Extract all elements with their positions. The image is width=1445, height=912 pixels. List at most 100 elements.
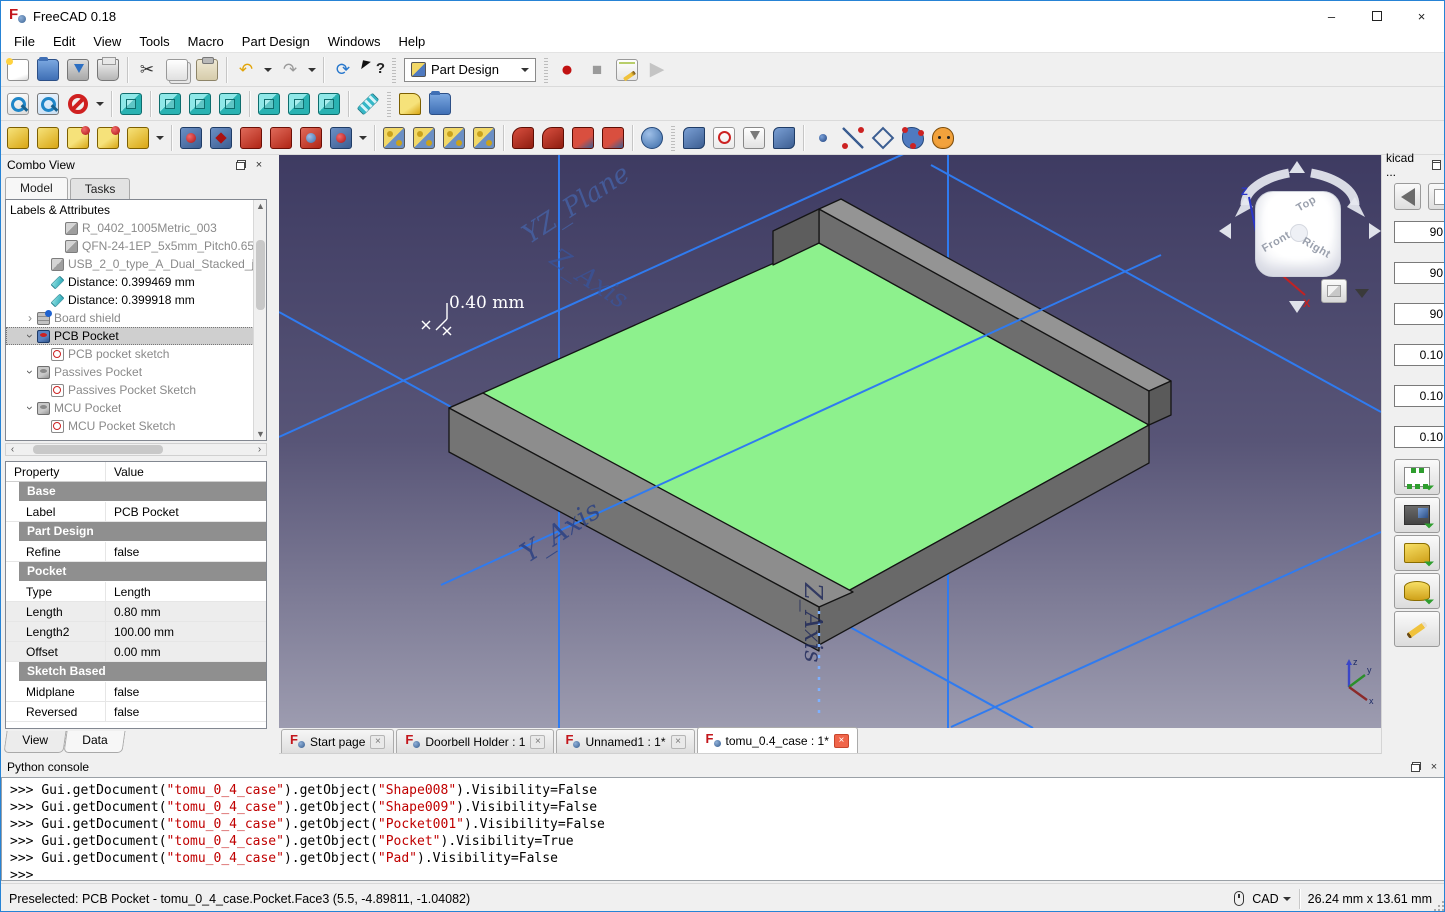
thickness-icon[interactable] <box>599 124 627 152</box>
pocket-icon[interactable] <box>177 124 205 152</box>
pad-icon[interactable] <box>4 124 32 152</box>
tab-data[interactable]: Data <box>63 731 125 753</box>
tree-item[interactable]: Passives Pocket Sketch <box>6 381 266 399</box>
paste-icon[interactable] <box>193 56 221 84</box>
scroll-right-icon[interactable]: › <box>253 444 266 455</box>
view-top-icon[interactable] <box>186 90 214 118</box>
tab-tasks[interactable]: Tasks <box>70 178 131 199</box>
fillet-icon[interactable] <box>509 124 537 152</box>
linear-pattern-icon[interactable] <box>410 124 438 152</box>
menu-tools[interactable]: Tools <box>130 32 178 51</box>
view-axonometric-icon[interactable] <box>117 90 145 118</box>
undo-icon[interactable]: ↶ <box>232 56 260 84</box>
collapse-icon[interactable]: › <box>23 366 37 378</box>
open-file-icon[interactable] <box>34 56 62 84</box>
property-row[interactable]: LabelPCB Pocket <box>6 502 266 522</box>
scroll-thumb-h[interactable] <box>33 445 163 454</box>
kicad-edit-preferences-button[interactable] <box>1394 611 1440 647</box>
scroll-left-icon[interactable]: ‹ <box>6 444 19 455</box>
macro-play-icon[interactable]: ▶ <box>643 56 671 84</box>
sketch-line-icon[interactable] <box>839 124 867 152</box>
copy-icon[interactable] <box>163 56 191 84</box>
console-close-icon[interactable]: × <box>1428 761 1440 773</box>
view-right-icon[interactable] <box>216 90 244 118</box>
kicad-spin-rotation-z[interactable]: 90 <box>1394 303 1445 325</box>
mirrored-icon[interactable] <box>380 124 408 152</box>
additive-helix-icon[interactable] <box>124 124 152 152</box>
close-tab-icon[interactable]: × <box>370 735 385 749</box>
create-body-icon[interactable] <box>396 90 424 118</box>
fit-selection-icon[interactable] <box>34 90 62 118</box>
draw-style-menu-icon[interactable] <box>94 90 106 118</box>
expand-icon[interactable]: › <box>24 311 36 325</box>
redo-menu-icon[interactable] <box>306 56 318 84</box>
multi-transform-icon[interactable] <box>470 124 498 152</box>
revolution-icon[interactable] <box>34 124 62 152</box>
maximize-button[interactable] <box>1354 1 1399 31</box>
groove-icon[interactable] <box>237 124 265 152</box>
print-icon[interactable] <box>94 56 122 84</box>
navcube-face-top[interactable]: Top <box>1294 194 1318 215</box>
close-tab-icon[interactable]: × <box>834 734 849 748</box>
kicad-export-library-button[interactable] <box>1394 573 1440 609</box>
navcube-face-right[interactable]: Right <box>1300 235 1333 261</box>
rotate-down-icon[interactable] <box>1289 301 1305 313</box>
collapse-icon[interactable]: › <box>23 402 37 414</box>
console-float-icon[interactable] <box>1410 761 1422 773</box>
cut-icon[interactable]: ✂ <box>133 56 161 84</box>
measure-distance-icon[interactable] <box>354 90 382 118</box>
kicad-spin-step-z[interactable]: 0.10 <box>1394 426 1445 448</box>
sketch-point-icon[interactable] <box>809 124 837 152</box>
import-sketch-icon[interactable] <box>740 124 768 152</box>
sketch-polygon-icon[interactable] <box>869 124 897 152</box>
document-tab[interactable]: Start page× <box>281 729 394 753</box>
tree-item[interactable]: R_0402_1005Metric_003 <box>6 219 266 237</box>
kicad-float-icon[interactable] <box>1431 159 1442 171</box>
navcube-face-front[interactable]: Front <box>1260 229 1293 255</box>
tree-item[interactable]: ›Board shield <box>6 309 266 327</box>
fit-all-icon[interactable] <box>4 90 32 118</box>
tab-view[interactable]: View <box>3 731 66 753</box>
save-icon[interactable] <box>64 56 92 84</box>
property-value[interactable]: false <box>106 702 266 721</box>
additive-menu-icon[interactable] <box>154 124 166 152</box>
macro-edit-icon[interactable] <box>613 56 641 84</box>
nav-blank-button[interactable] <box>1428 183 1445 210</box>
subtractive-loft-icon[interactable] <box>267 124 295 152</box>
float-panel-icon[interactable] <box>235 159 247 171</box>
property-value[interactable]: 0.80 mm <box>106 602 266 621</box>
minimize-button[interactable]: – <box>1309 1 1354 31</box>
toolbar-handle[interactable] <box>544 57 548 83</box>
tree-item[interactable]: Distance: 0.399918 mm <box>6 291 266 309</box>
tree-item[interactable]: ›PCB Pocket <box>6 327 266 345</box>
draw-style-icon[interactable] <box>64 90 92 118</box>
menu-macro[interactable]: Macro <box>179 32 233 51</box>
shape-binder-icon[interactable] <box>680 124 708 152</box>
tree-item[interactable]: USB_2_0_type_A_Dual_Stacked_jac <box>6 255 266 273</box>
navcube-menu-button[interactable] <box>1321 279 1347 303</box>
kicad-spin-step-y[interactable]: 0.10 <box>1394 385 1445 407</box>
property-value[interactable]: false <box>106 542 266 561</box>
collapse-icon[interactable]: › <box>23 330 37 342</box>
scroll-thumb[interactable] <box>256 240 265 310</box>
property-row[interactable]: TypeLength <box>6 582 266 602</box>
navigation-cube[interactable]: Z X Top Front Right <box>1219 161 1381 313</box>
map-sketch-icon[interactable] <box>770 124 798 152</box>
tab-model[interactable]: Model <box>5 177 68 199</box>
property-value[interactable]: Length <box>106 582 266 601</box>
nav-back-button[interactable] <box>1394 183 1421 210</box>
rotate-up-icon[interactable] <box>1289 161 1305 173</box>
property-value[interactable]: 100.00 mm <box>106 622 266 641</box>
menu-file[interactable]: File <box>5 32 44 51</box>
rotate-right-icon[interactable] <box>1369 223 1381 239</box>
hole-icon[interactable] <box>207 124 235 152</box>
menu-edit[interactable]: Edit <box>44 32 84 51</box>
close-button[interactable]: × <box>1399 1 1444 31</box>
redo-icon[interactable]: ↷ <box>276 56 304 84</box>
undo-menu-icon[interactable] <box>262 56 274 84</box>
property-row[interactable]: Length2100.00 mm <box>6 622 266 642</box>
tree-item[interactable]: Distance: 0.399469 mm <box>6 273 266 291</box>
view-left-icon[interactable] <box>315 90 343 118</box>
subtractive-pipe-icon[interactable] <box>297 124 325 152</box>
polar-pattern-icon[interactable] <box>440 124 468 152</box>
